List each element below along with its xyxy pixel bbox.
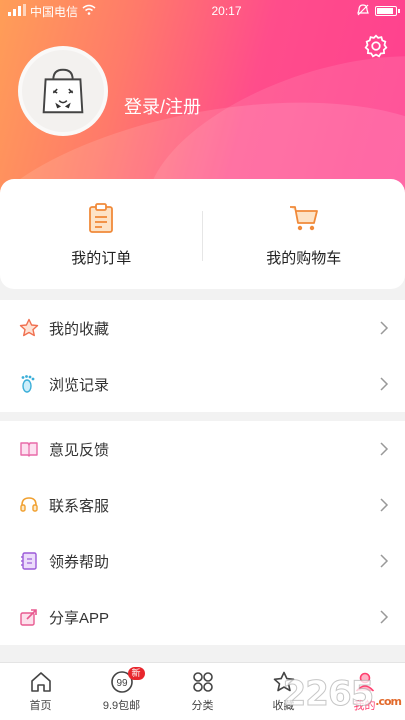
share-icon bbox=[18, 606, 40, 628]
menu-item-label: 联系客服 bbox=[49, 497, 110, 515]
tab-label: 9.9包邮 bbox=[102, 700, 141, 712]
battery-icon bbox=[374, 6, 400, 16]
menu-item-label: 分享APP bbox=[49, 609, 110, 627]
footprint-icon bbox=[18, 373, 40, 395]
menu-item-coupon-help[interactable]: 领券帮助 bbox=[0, 533, 405, 589]
menu-item-history[interactable]: 浏览记录 bbox=[0, 356, 405, 412]
headset-icon bbox=[18, 494, 40, 516]
chevron-right-icon bbox=[380, 321, 389, 335]
shopping-bag-mascot-icon bbox=[42, 68, 84, 114]
star-icon bbox=[18, 317, 40, 339]
cart-icon bbox=[289, 205, 318, 230]
menu-item-label: 浏览记录 bbox=[49, 376, 110, 394]
grid-icon bbox=[192, 672, 213, 692]
wifi-icon bbox=[82, 4, 96, 18]
tab-category[interactable]: 分类 bbox=[162, 663, 243, 720]
mute-icon bbox=[357, 3, 369, 19]
home-icon bbox=[30, 672, 51, 692]
chevron-right-icon bbox=[380, 554, 389, 568]
menu-item-feedback[interactable]: 意见反馈 bbox=[0, 421, 405, 477]
menu-item-favorites[interactable]: 我的收藏 bbox=[0, 300, 405, 356]
chevron-right-icon bbox=[380, 442, 389, 456]
my-cart-button[interactable]: 我的购物车 bbox=[203, 179, 405, 289]
menu-item-customer-service[interactable]: 联系客服 bbox=[0, 477, 405, 533]
tab-label: 首页 bbox=[29, 700, 52, 712]
book-icon bbox=[18, 438, 40, 460]
tab-home[interactable]: 首页 bbox=[0, 663, 81, 720]
tab-99-free-shipping[interactable]: 99 新 9.9包邮 bbox=[81, 663, 162, 720]
my-cart-label: 我的购物车 bbox=[266, 249, 342, 267]
clipboard-icon bbox=[89, 202, 114, 233]
menu-list-primary: 我的收藏 浏览记录 bbox=[0, 300, 405, 412]
menu-item-label: 我的收藏 bbox=[49, 320, 110, 338]
chevron-right-icon bbox=[380, 377, 389, 391]
chevron-right-icon bbox=[380, 610, 389, 624]
notebook-icon bbox=[18, 550, 40, 572]
carrier-label: 中国电信 bbox=[30, 4, 79, 19]
divider bbox=[202, 211, 203, 261]
my-orders-button[interactable]: 我的订单 bbox=[0, 179, 203, 289]
new-badge: 新 bbox=[127, 667, 145, 680]
svg-text:99: 99 bbox=[116, 678, 128, 689]
menu-item-label: 意见反馈 bbox=[49, 441, 110, 459]
settings-gear-icon[interactable] bbox=[363, 33, 389, 59]
status-bar: 中国电信 20:17 bbox=[0, 0, 405, 22]
menu-item-share-app[interactable]: 分享APP bbox=[0, 589, 405, 645]
site-watermark: 2265 .com bbox=[282, 674, 402, 715]
login-register-link[interactable]: 登录/注册 bbox=[124, 93, 201, 119]
orders-card: 我的订单 我的购物车 bbox=[0, 179, 405, 289]
menu-item-label: 领券帮助 bbox=[49, 553, 110, 571]
menu-list-secondary: 意见反馈 联系客服 领券帮助 分享APP bbox=[0, 421, 405, 645]
signal-icon bbox=[8, 3, 26, 19]
avatar[interactable] bbox=[18, 46, 108, 136]
tab-label: 分类 bbox=[191, 700, 214, 712]
clock: 20:17 bbox=[211, 4, 242, 18]
my-orders-label: 我的订单 bbox=[71, 249, 132, 267]
chevron-right-icon bbox=[380, 498, 389, 512]
